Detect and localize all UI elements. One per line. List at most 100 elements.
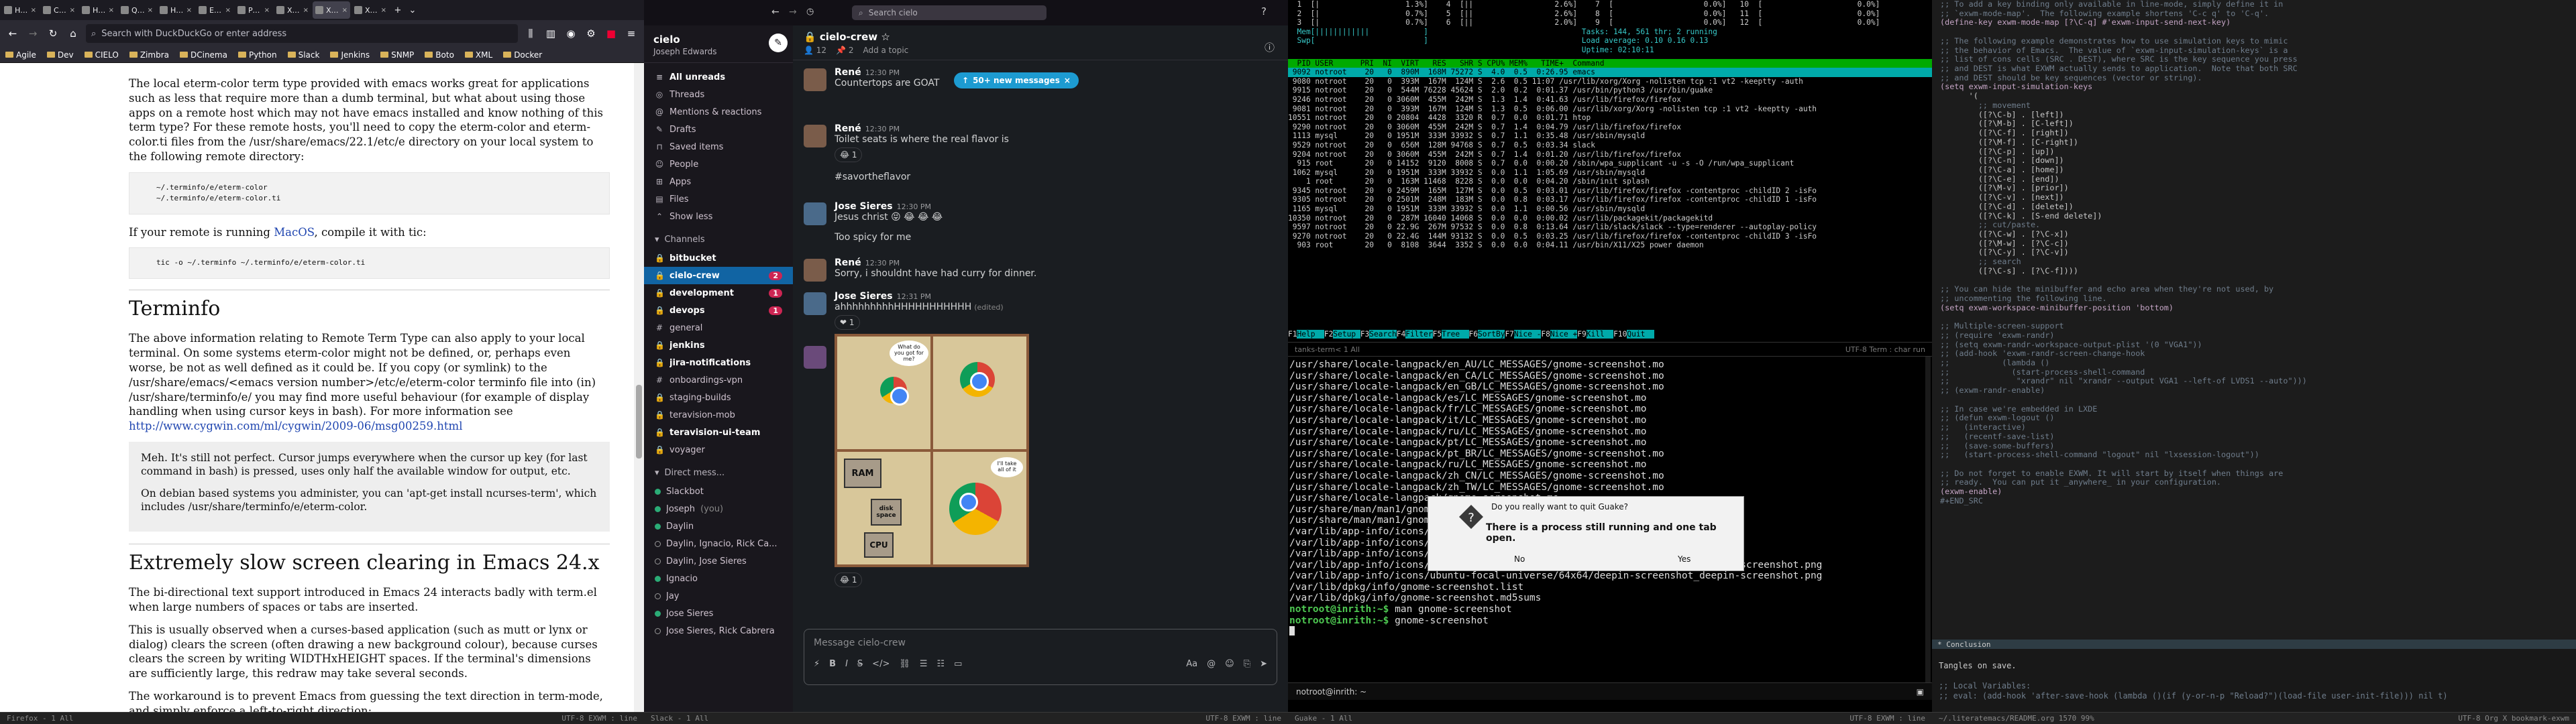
account-icon[interactable]: ◉: [564, 27, 578, 40]
sidebar-item[interactable]: ⌃ Show less: [644, 208, 793, 225]
bookmark-folder[interactable]: CIELO: [84, 50, 119, 60]
history-back-icon[interactable]: ←: [771, 7, 780, 17]
fkey-quit-button[interactable]: Quit: [1627, 330, 1654, 339]
fkey-search-button[interactable]: Search: [1369, 330, 1397, 339]
process-row[interactable]: 1113 mysql 20 0 1951M 333M 33932 S 0.7 1…: [1288, 131, 1932, 141]
bullet-list-icon[interactable]: ☷: [937, 659, 945, 669]
workspace-header[interactable]: cielo Joseph Edwards ✎: [644, 25, 793, 63]
process-row[interactable]: 10551 notroot 20 0 20804 4428 3320 R 0.7…: [1288, 113, 1932, 123]
bookmark-folder[interactable]: XML: [464, 50, 492, 60]
close-icon[interactable]: ×: [186, 7, 192, 14]
dm-item[interactable]: Ignacio: [644, 570, 793, 587]
message-composer[interactable]: Message cielo-crew ⚡ B I S </> ⛓ ☰ ☷ ▭ A…: [804, 629, 1277, 685]
fkey-setup-button[interactable]: Setup: [1333, 330, 1360, 339]
close-icon[interactable]: ×: [109, 7, 114, 14]
tab-overflow-icon[interactable]: ⌄: [405, 5, 420, 15]
fkey-help-button[interactable]: Help: [1297, 330, 1324, 339]
dm-item[interactable]: Jay: [644, 587, 793, 605]
author-name[interactable]: Jose Sieres: [835, 201, 893, 212]
browser-tab[interactable]: Xorg×: [352, 1, 389, 19]
bookmark-folder[interactable]: Agile: [5, 50, 36, 60]
ublock-icon[interactable]: ■: [604, 27, 619, 40]
add-topic[interactable]: Add a topic: [863, 46, 908, 55]
attach-icon[interactable]: ⎘: [1244, 659, 1250, 669]
process-row[interactable]: 9081 notroot 20 0 393M 167M 124M S 1.3 0…: [1288, 105, 1932, 114]
dm-item[interactable]: Joseph (you): [644, 500, 793, 518]
sidebar-item[interactable]: ▤ Files: [644, 190, 793, 208]
process-row[interactable]: 9305 notroot 20 0 2501M 248M 183M S 0.0 …: [1288, 195, 1932, 204]
emacs-window[interactable]: ;; To add a key binding only available i…: [1932, 0, 2576, 712]
bookmark-folder[interactable]: Dev: [46, 50, 74, 60]
process-row[interactable]: 9529 notroot 20 0 656M 128M 94768 S 0.7 …: [1288, 141, 1932, 150]
macos-link[interactable]: MacOS: [274, 226, 314, 239]
avatar[interactable]: [804, 259, 826, 282]
emoji-icon[interactable]: ☺: [1225, 659, 1234, 669]
extension-icon[interactable]: ⚙: [584, 27, 598, 40]
strike-icon[interactable]: S: [857, 659, 863, 669]
code-icon[interactable]: </>: [872, 659, 890, 669]
bookmark-folder[interactable]: DCinema: [179, 50, 227, 60]
url-bar[interactable]: ⌕ Search with DuckDuckGo or enter addres…: [86, 24, 518, 43]
close-icon[interactable]: ×: [1064, 76, 1071, 85]
process-row[interactable]: 9915 notroot 20 0 544M 76228 45624 S 2.0…: [1288, 86, 1932, 95]
cygwin-link[interactable]: http://www.cygwin.com/ml/cygwin/2009-06/…: [129, 420, 462, 432]
browser-tab[interactable]: EXW×: [196, 1, 233, 19]
reload-button[interactable]: ↻: [46, 27, 60, 40]
bookmark-folder[interactable]: SNMP: [380, 50, 414, 60]
new-messages-banner[interactable]: ↑ 50+ new messages ×: [954, 72, 1079, 88]
close-icon[interactable]: ×: [70, 7, 75, 14]
close-icon[interactable]: ×: [148, 7, 153, 14]
sidebar-item[interactable]: ≡ All unreads: [644, 68, 793, 86]
channel-item[interactable]: 🔒 jira-notifications: [644, 354, 793, 371]
bookmark-folder[interactable]: Zimbra: [129, 50, 169, 60]
channel-item[interactable]: 🔒 devops 1: [644, 302, 793, 319]
dm-section[interactable]: ▾ Direct mess...: [644, 463, 793, 483]
members-count[interactable]: 👤 12: [804, 46, 826, 55]
process-row[interactable]: 9290 notroot 20 0 3060M 455M 242M S 0.7 …: [1288, 123, 1932, 132]
channel-title[interactable]: 🔒 cielo-crew ☆: [804, 31, 1277, 43]
process-row[interactable]: 9204 notroot 20 0 3060M 455M 242M S 0.7 …: [1288, 150, 1932, 160]
info-icon[interactable]: ⓘ: [1265, 40, 1275, 54]
close-icon[interactable]: ×: [31, 7, 36, 14]
author-name[interactable]: René: [835, 67, 861, 78]
help-icon[interactable]: ?: [1261, 5, 1267, 17]
fkey-sortby-button[interactable]: SortBy: [1478, 330, 1505, 339]
comic-image[interactable]: What do you got for me? RAM disk space C…: [835, 334, 1029, 567]
process-row[interactable]: 9270 notroot 20 0 22.4G 144M 93132 S 0.0…: [1288, 232, 1932, 241]
guake-terminal[interactable]: tanks-term< 1 All UTF-8 Term : char run …: [1288, 342, 1932, 712]
fkey-nice--button[interactable]: Nice +: [1550, 330, 1578, 339]
guake-tab[interactable]: notroot@inrith: ~: [1296, 687, 1366, 697]
process-row[interactable]: 1 root 20 0 163M 11468 8228 S 0.0 0.0 0:…: [1288, 177, 1932, 186]
dm-item[interactable]: Jose Sieres: [644, 605, 793, 622]
message[interactable]: Jose Sieres 12:31 PM ahhhhhhhhhHHHHHHHHHHH…: [804, 291, 1273, 330]
dm-item[interactable]: Daylin, Jose Sieres: [644, 552, 793, 570]
format-icon[interactable]: Aa: [1186, 659, 1197, 669]
process-row[interactable]: 915 root 20 0 14152 9120 8008 S 0.7 0.0 …: [1288, 159, 1932, 168]
process-row[interactable]: 9092 notroot 20 0 890M 168M 75272 S 4.0 …: [1288, 68, 1932, 77]
browser-tab[interactable]: Hom×: [1, 1, 39, 19]
pins-count[interactable]: 📌 2: [836, 46, 853, 55]
channel-item[interactable]: 🔒 bitbucket: [644, 249, 793, 267]
dm-item[interactable]: Daylin, Ignacio, Rick Ca...: [644, 535, 793, 552]
guake-menu-icon[interactable]: ▣: [1917, 687, 1924, 697]
message-input[interactable]: Message cielo-crew: [804, 629, 1277, 656]
bookmark-folder[interactable]: Docker: [503, 50, 542, 60]
author-name[interactable]: Jose Sieres: [835, 291, 893, 302]
close-icon[interactable]: ×: [303, 7, 309, 14]
close-icon[interactable]: ×: [381, 7, 386, 14]
browser-tab[interactable]: Xco ×: [313, 1, 350, 19]
browser-tab[interactable]: QCle×: [118, 1, 156, 19]
browser-tab[interactable]: Pico×: [235, 1, 272, 19]
forward-button[interactable]: →: [25, 27, 40, 40]
fkey-nice--button[interactable]: Nice -: [1513, 330, 1542, 339]
close-icon[interactable]: ×: [264, 7, 270, 14]
dm-item[interactable]: Daylin: [644, 518, 793, 535]
yes-button[interactable]: Yes: [1678, 554, 1690, 564]
no-button[interactable]: No: [1514, 554, 1525, 564]
process-row[interactable]: 9597 notroot 20 0 22.9G 267M 97532 S 0.0…: [1288, 223, 1932, 232]
menu-icon[interactable]: ≡: [624, 27, 639, 40]
message[interactable]: René 12:30 PM Toilet seats is where the re…: [804, 123, 1273, 182]
process-row[interactable]: 1165 mysql 20 0 1951M 333M 33932 S 0.0 1…: [1288, 204, 1932, 214]
close-icon[interactable]: ×: [225, 7, 231, 14]
author-name[interactable]: René: [835, 257, 861, 268]
